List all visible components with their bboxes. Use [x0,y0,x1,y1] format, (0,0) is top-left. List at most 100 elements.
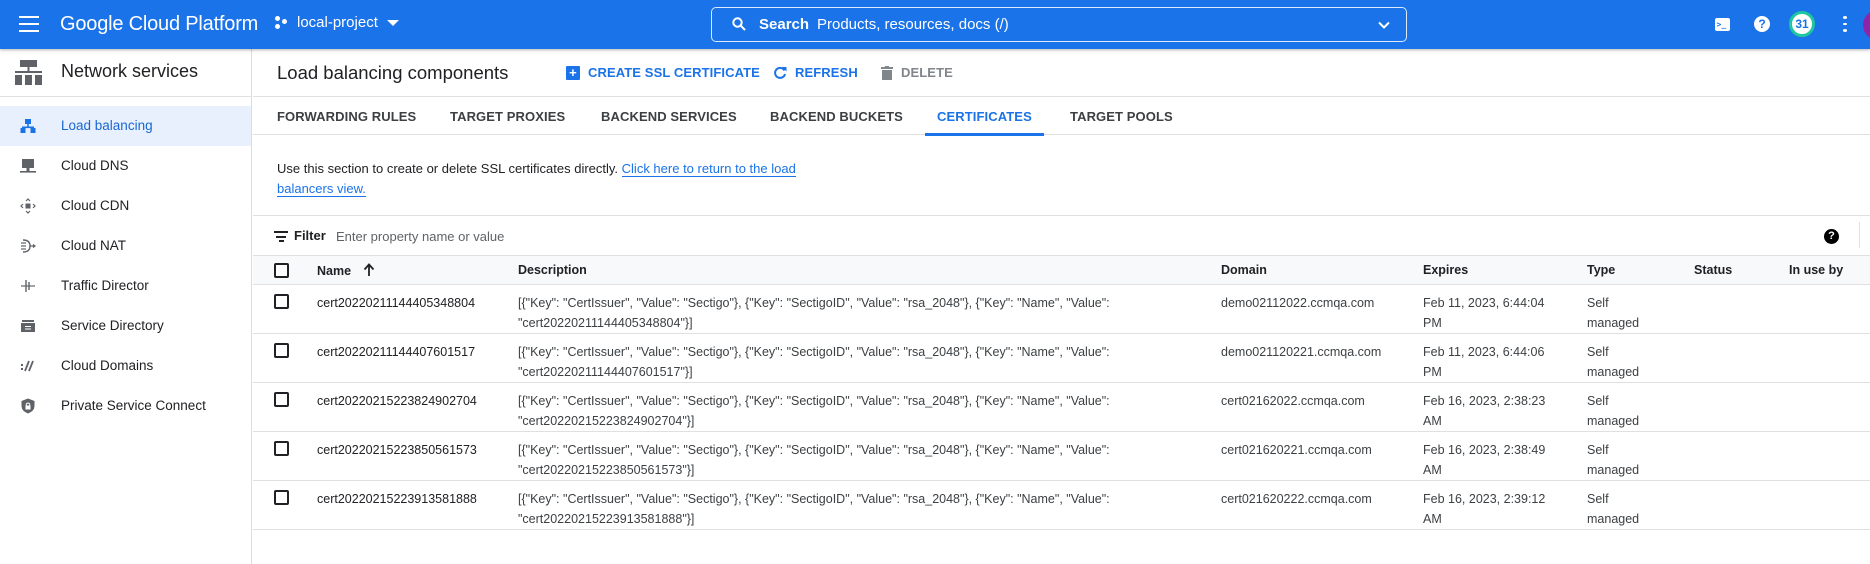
cell-text: [{"Key": "CertIssuer", "Value": "Sectigo… [518,443,1110,457]
cell-text: Self [1587,443,1609,457]
cell-text: [{"Key": "CertIssuer", "Value": "Sectigo… [518,345,1110,359]
row-checkbox[interactable] [274,392,289,407]
filter-label: Filter [294,228,326,243]
sidebar-item-label: Traffic Director [61,278,149,293]
tab-backend-buckets[interactable]: BACKEND BUCKETS [770,97,903,135]
certificate-description: [{"Key": "CertIssuer", "Value": "Sectigo… [518,342,1138,382]
certificate-name[interactable]: cert20220211144405348804 [317,293,475,313]
tab-target-proxies[interactable]: TARGET PROXIES [450,97,565,135]
search-bar[interactable]: Search Products, resources, docs (/) [711,7,1407,42]
column-header-name[interactable]: Name [317,263,375,278]
sidebar-item-label: Cloud NAT [61,238,127,253]
cell-text: AM [1423,463,1442,477]
column-header-description: Description [518,263,587,277]
search-expand-chevron-icon[interactable] [1378,19,1390,31]
delete-button[interactable]: DELETE [881,65,953,80]
certificate-expires: Feb 16, 2023, 2:38:49 AM [1423,440,1545,480]
cell-text: PM [1423,316,1442,330]
project-selector[interactable]: local-project [275,14,399,31]
sidebar-item-cloud-nat[interactable]: Cloud NAT [0,226,251,266]
product-brand[interactable]: Google Cloud Platform [60,13,258,36]
tab-forwarding-rules[interactable]: FORWARDING RULES [277,97,416,135]
component-tabs: FORWARDING RULES TARGET PROXIES BACKEND … [253,97,1870,136]
filter-bar: Filter ? [253,215,1870,255]
sidebar-item-cloud-dns[interactable]: Cloud DNS [0,146,251,186]
tab-target-pools[interactable]: TARGET POOLS [1070,97,1173,135]
table-row[interactable]: cert20220215223850561573 [{"Key": "CertI… [253,432,1870,481]
cell-text: "cert20220215223913581888"}] [518,512,695,526]
cloud-dns-icon [20,159,36,173]
private-service-connect-icon [21,398,35,414]
certificate-expires: Feb 16, 2023, 2:39:12 AM [1423,489,1545,529]
load-balancing-icon [20,119,36,133]
certificate-name[interactable]: cert20220211144407601517 [317,342,475,362]
project-name: local-project [297,14,378,31]
column-header-in-use-by[interactable]: In use by [1789,263,1843,277]
row-checkbox[interactable] [274,490,289,505]
certificate-domain: cert021620221.ccmqa.com [1221,443,1372,457]
main-content: Load balancing components + CREATE SSL C… [253,49,1870,564]
certificate-type: Self managed [1587,489,1639,529]
filter-input[interactable] [336,222,1736,250]
table-row[interactable]: cert20220215223824902704 [{"Key": "CertI… [253,383,1870,432]
certificate-type: Self managed [1587,293,1639,333]
column-header-domain[interactable]: Domain [1221,263,1267,277]
account-avatar[interactable] [1863,10,1870,40]
cell-text: AM [1423,414,1442,428]
sidebar-item-service-directory[interactable]: Service Directory [0,306,251,346]
cell-text: Feb 16, 2023, 2:38:49 [1423,443,1546,457]
select-all-checkbox[interactable] [274,263,289,278]
tab-certificates[interactable]: CERTIFICATES [925,97,1044,136]
help-icon[interactable]: ? [1752,14,1772,34]
sidebar-item-traffic-director[interactable]: Traffic Director [0,266,251,306]
cell-text: managed [1587,463,1640,477]
cell-text: "cert20220215223850561573"}] [518,463,695,477]
certificate-name[interactable]: cert20220215223850561573 [317,440,477,460]
table-row[interactable]: cert20220211144407601517 [{"Key": "CertI… [253,334,1870,383]
sidebar-item-cloud-cdn[interactable]: Cloud CDN [0,186,251,226]
table-row[interactable]: cert20220215223913581888 [{"Key": "CertI… [253,481,1870,530]
create-ssl-certificate-button[interactable]: + CREATE SSL CERTIFICATE [566,65,760,80]
tab-backend-services[interactable]: BACKEND SERVICES [601,97,737,135]
trash-icon [881,65,893,80]
certificate-name[interactable]: cert20220215223824902704 [317,391,477,411]
table-row[interactable]: cert20220211144405348804 [{"Key": "CertI… [253,285,1870,334]
row-checkbox[interactable] [274,294,289,309]
cloud-cdn-icon [20,198,36,214]
cell-text: PM [1423,365,1442,379]
certificate-type: Self managed [1587,342,1639,382]
search-icon [732,17,746,31]
sidebar-item-label: Service Directory [61,318,164,333]
cloud-shell-icon[interactable]: >_ [1712,14,1732,34]
notifications-badge[interactable]: 31 [1789,11,1815,37]
sidebar-item-label: Load balancing [61,118,153,133]
sidebar-item-private-service-connect[interactable]: Private Service Connect [0,386,251,426]
cell-text: "cert20220211144407601517"}] [518,365,693,379]
certificates-table: Name Description Domain Expires Type Sta… [253,255,1870,530]
column-header-type[interactable]: Type [1587,263,1615,277]
cell-text: managed [1587,365,1640,379]
column-header-status[interactable]: Status [1694,263,1732,277]
project-dots-icon [275,15,289,30]
row-checkbox[interactable] [274,343,289,358]
sidebar-item-label: Private Service Connect [61,398,206,413]
help-icon[interactable]: ? [1824,229,1839,244]
certificate-description: [{"Key": "CertIssuer", "Value": "Sectigo… [518,440,1138,480]
main-menu-icon[interactable] [19,16,39,32]
sidebar-item-cloud-domains[interactable]: Cloud Domains [0,346,251,386]
sidebar-header: Network services [0,49,251,97]
certificate-description: [{"Key": "CertIssuer", "Value": "Sectigo… [518,391,1138,431]
certificate-description: [{"Key": "CertIssuer", "Value": "Sectigo… [518,293,1138,333]
cell-text: AM [1423,512,1442,526]
search-placeholder: Products, resources, docs (/) [817,16,1009,33]
filter-icon [274,231,288,242]
refresh-button[interactable]: REFRESH [773,65,858,80]
info-text: Use this section to create or delete SSL… [277,161,622,176]
column-header-expires[interactable]: Expires [1423,263,1468,277]
cell-text: Feb 11, 2023, 6:44:04 [1423,296,1545,310]
more-vert-icon[interactable] [1835,14,1855,34]
sidebar-item-load-balancing[interactable]: Load balancing [0,106,251,146]
traffic-director-icon [21,280,35,292]
row-checkbox[interactable] [274,441,289,456]
certificate-name[interactable]: cert20220215223913581888 [317,489,477,509]
